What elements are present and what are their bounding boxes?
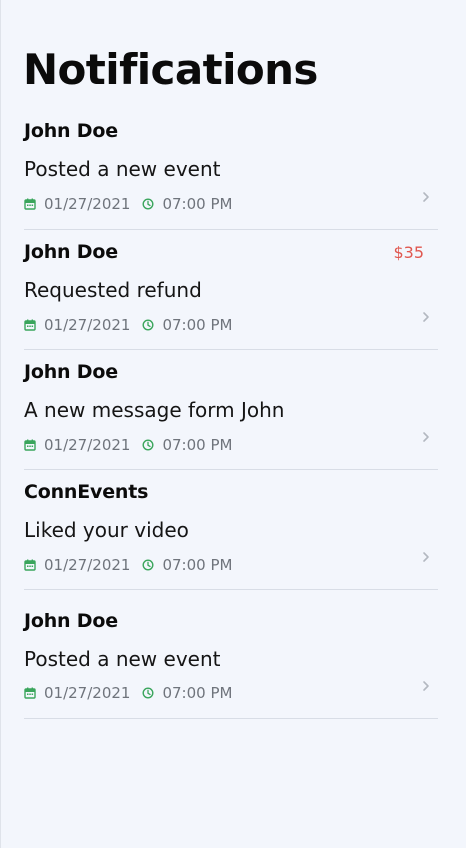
notification-time: 07:00 PM — [162, 195, 233, 213]
notification-item[interactable]: John Doe $35 Requested refund 01/27/2021… — [24, 230, 438, 350]
notification-date: 01/27/2021 — [44, 684, 131, 702]
clock-icon — [142, 687, 154, 699]
chevron-right-icon[interactable] — [422, 311, 430, 323]
notification-time: 07:00 PM — [162, 436, 233, 454]
refund-amount: $35 — [393, 243, 424, 262]
notification-sender: John Doe — [24, 241, 118, 263]
chevron-right-icon[interactable] — [422, 551, 430, 563]
notification-time: 07:00 PM — [162, 316, 233, 334]
notification-meta: 01/27/2021 07:00 PM — [24, 194, 232, 214]
notification-item[interactable]: ConnEvents Liked your video 01/27/2021 0… — [24, 470, 438, 590]
clock-icon — [142, 559, 154, 571]
calendar-icon — [24, 439, 36, 451]
calendar-icon — [24, 198, 36, 210]
left-border — [0, 0, 1, 848]
notification-meta: 01/27/2021 07:00 PM — [24, 315, 232, 335]
notification-sender: ConnEvents — [24, 481, 149, 503]
notification-sender: John Doe — [24, 361, 118, 383]
notification-date: 01/27/2021 — [44, 316, 131, 334]
page-title: Notifications — [23, 45, 318, 94]
notification-message: Posted a new event — [24, 157, 221, 181]
notification-message: A new message form John — [24, 398, 285, 422]
notification-meta: 01/27/2021 07:00 PM — [24, 555, 232, 575]
clock-icon — [142, 198, 154, 210]
chevron-right-icon[interactable] — [422, 431, 430, 443]
notification-meta: 01/27/2021 07:00 PM — [24, 435, 232, 455]
clock-icon — [142, 319, 154, 331]
calendar-icon — [24, 559, 36, 571]
clock-icon — [142, 439, 154, 451]
notification-message: Posted a new event — [24, 647, 221, 671]
calendar-icon — [24, 687, 36, 699]
notification-time: 07:00 PM — [162, 684, 233, 702]
chevron-right-icon[interactable] — [422, 680, 430, 692]
notification-item[interactable]: John Doe A new message form John 01/27/2… — [24, 350, 438, 470]
notification-meta: 01/27/2021 07:00 PM — [24, 683, 232, 703]
notification-time: 07:00 PM — [162, 556, 233, 574]
notification-item[interactable]: John Doe Posted a new event 01/27/2021 0… — [24, 590, 438, 719]
chevron-right-icon[interactable] — [422, 191, 430, 203]
notification-sender: John Doe — [24, 120, 118, 142]
notification-message: Requested refund — [24, 278, 202, 302]
notification-date: 01/27/2021 — [44, 556, 131, 574]
notification-item[interactable]: John Doe Posted a new event 01/27/2021 0… — [24, 115, 438, 230]
notification-list: John Doe Posted a new event 01/27/2021 0… — [24, 115, 438, 719]
notification-date: 01/27/2021 — [44, 195, 131, 213]
notification-message: Liked your video — [24, 518, 189, 542]
notification-date: 01/27/2021 — [44, 436, 131, 454]
notification-sender: John Doe — [24, 610, 118, 632]
calendar-icon — [24, 319, 36, 331]
